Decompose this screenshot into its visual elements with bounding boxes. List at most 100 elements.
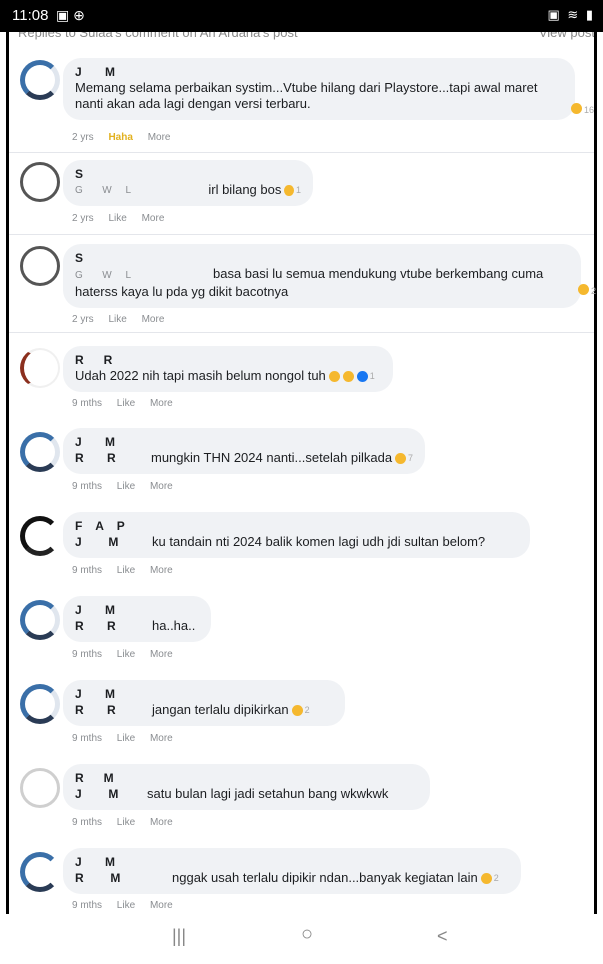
reaction-count[interactable]: 2 [494,873,499,883]
comment-time: 2 yrs [72,314,94,325]
like-button[interactable]: Like [117,733,135,744]
more-button[interactable]: More [142,314,165,325]
more-button[interactable]: More [150,900,173,911]
haha-emoji-icon [395,452,406,464]
smile-emoji-icon [328,370,340,382]
haha-emoji-icon [284,184,294,196]
more-button[interactable]: More [150,398,173,409]
smile-emoji-icon [342,370,354,382]
avatar[interactable] [20,516,60,556]
home-button[interactable]: ○ [301,923,313,946]
haha-emoji-icon [480,872,492,884]
recents-button[interactable]: ||| [172,926,186,947]
comment-actions: 2 yrs Like More [72,213,176,224]
more-button[interactable]: More [142,213,165,224]
commenter-name[interactable]: S [75,251,569,266]
comment-time: 9 mths [72,817,103,828]
reply-line: R R jangan terlalu dipikirkan 2 [75,702,333,718]
reaction-count[interactable]: 1 [370,371,375,381]
like-button[interactable]: Like [117,900,135,911]
like-button[interactable]: Like [117,817,135,828]
comment-time: 9 mths [72,733,103,744]
commenter-name[interactable]: J M [75,65,563,80]
reaction-summary[interactable]: 16 [568,103,594,115]
commenter-name[interactable]: J M [75,603,199,618]
commenter-name[interactable]: R M [75,771,418,786]
comment-text-block: G W Lbasa basi lu semua mendukung vtube … [75,266,569,300]
reply-line: G W L irl bilang bos 1 [75,182,301,198]
avatar[interactable] [20,600,60,640]
reaction-count[interactable]: 2 [305,705,310,715]
avatar[interactable] [20,852,60,892]
frame-edge-left [6,32,9,964]
reaction-summary[interactable]: 2 [575,284,596,296]
notification-icons: ▣ ⊕ [56,7,85,23]
comment-time: 9 mths [72,481,103,492]
comment-time: 2 yrs [72,213,94,224]
comment-bubble: R R Udah 2022 nih tapi masih belum nongo… [63,346,393,392]
commenter-name[interactable]: J M [75,435,413,450]
comment-actions: 9 mths Like More [72,649,185,660]
comment-bubble: J M Memang selama perbaikan systim...Vtu… [63,58,575,120]
reply-to-name[interactable]: R R [75,703,150,717]
reaction-count[interactable]: 7 [408,453,413,463]
back-button[interactable]: < [437,926,448,947]
like-button[interactable]: Like [117,565,135,576]
haha-button[interactable]: Haha [108,132,132,143]
reply-line: R R ha..ha.. [75,618,199,634]
avatar[interactable] [20,432,60,472]
system-nav-bar: ||| ○ < [0,914,603,964]
avatar[interactable] [20,162,60,202]
commenter-name[interactable]: S [75,167,301,182]
avatar[interactable] [20,348,60,388]
more-button[interactable]: More [148,132,171,143]
more-button[interactable]: More [150,649,173,660]
comment-actions: 9 mths Like More [72,900,185,911]
avatar[interactable] [20,246,60,286]
comment-time: 2 yrs [72,132,94,143]
more-button[interactable]: More [150,565,173,576]
more-button[interactable]: More [150,481,173,492]
like-button[interactable]: Like [117,649,135,660]
comment-actions: 2 yrs Haha More [72,132,182,143]
reply-line: R M nggak usah terlalu dipikir ndan...ba… [75,870,509,886]
comment-actions: 9 mths Like More [72,817,185,828]
reply-to-name[interactable]: J M [75,535,150,549]
commenter-name[interactable]: F A P [75,519,518,534]
reply-to-name[interactable]: R R [75,451,149,465]
like-button[interactable]: Like [117,398,135,409]
commenter-name[interactable]: R R [75,353,381,368]
reply-to-name[interactable]: R M [75,871,170,885]
avatar[interactable] [20,768,60,808]
frame-edge-right [594,32,597,964]
comment-text: irl bilang bos [208,182,282,197]
comment-bubble: J M R M nggak usah terlalu dipikir ndan.… [63,848,521,894]
divider [9,152,594,153]
commenter-name[interactable]: J M [75,855,509,870]
divider [9,234,594,235]
comment-bubble: R M J M satu bulan lagi jadi setahun ban… [63,764,430,810]
more-button[interactable]: More [150,733,173,744]
comment-text: ku tandain nti 2024 balik komen lagi udh… [152,534,486,549]
reply-line: R R mungkin THN 2024 nanti...setelah pil… [75,450,413,466]
reply-to-name[interactable]: R R [75,619,150,633]
like-button[interactable]: Like [117,481,135,492]
like-button[interactable]: Like [108,213,126,224]
reply-to-name[interactable]: G W L [75,268,213,284]
commenter-name[interactable]: J M [75,687,333,702]
like-button[interactable]: Like [108,314,126,325]
avatar[interactable] [20,60,60,100]
replies-header-title: Replies to Sulaa's comment on Ari Ardana… [18,32,298,40]
comment-text: mungkin THN 2024 nanti...setelah pilkada [150,450,393,465]
reply-to-name[interactable]: G W L [75,185,206,196]
comment-text: Udah 2022 nih tapi masih belum nongol tu… [75,368,326,383]
view-post-link[interactable]: View post [539,32,595,40]
comment-bubble: S G W Lbasa basi lu semua mendukung vtub… [63,244,581,308]
reaction-count: 2 [591,286,597,296]
more-button[interactable]: More [150,817,173,828]
reply-to-name[interactable]: J M [75,787,145,801]
reaction-count[interactable]: 1 [296,185,301,195]
comment-bubble: S G W L irl bilang bos 1 [63,160,313,206]
comment-bubble: J M R R mungkin THN 2024 nanti...setelah… [63,428,425,474]
avatar[interactable] [20,684,60,724]
